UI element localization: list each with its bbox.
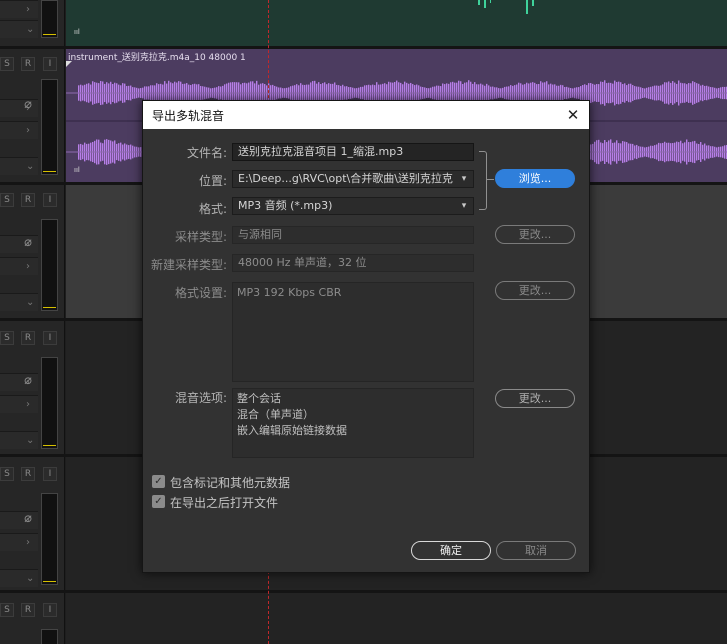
track-header-1: › ⌄ xyxy=(0,0,65,46)
change-mix-options-button[interactable]: 更改... xyxy=(495,389,575,408)
record-button[interactable]: R xyxy=(21,331,35,345)
track-row[interactable]: ⌄ xyxy=(0,431,38,449)
dialog-titlebar[interactable]: 导出多轨混音 ✕ xyxy=(143,101,589,129)
include-markers-label: 包含标记和其他元数据 xyxy=(170,476,291,490)
input-button[interactable]: I xyxy=(43,467,57,481)
phase-icon[interactable]: ⌀ xyxy=(21,236,35,251)
filename-input[interactable]: 送别克拉克混音项目 1_缩混.mp3 xyxy=(232,143,474,161)
track-row[interactable]: ⌄ xyxy=(0,157,38,175)
new-sample-type-label: 新建采样类型: xyxy=(150,258,227,272)
track-row[interactable]: › xyxy=(0,257,38,275)
track-header-6: S R I xyxy=(0,593,65,644)
chevron-down-icon: ▾ xyxy=(461,174,467,184)
level-meter xyxy=(41,79,58,175)
checkbox-checked-icon[interactable]: ✓ xyxy=(152,495,165,508)
export-multitrack-mixdown-dialog: 导出多轨混音 ✕ 文件名: 送别克拉克混音项目 1_缩混.mp3 位置: E:\… xyxy=(142,100,590,573)
level-meter xyxy=(41,0,58,38)
record-button[interactable]: R xyxy=(21,193,35,207)
svg-text:ııl: ııl xyxy=(74,28,80,36)
format-label: 格式: xyxy=(198,202,227,216)
cancel-button[interactable]: 取消 xyxy=(496,541,576,560)
level-meter xyxy=(41,219,58,311)
bracket-divider xyxy=(479,151,487,210)
track-header-2: S R I › › ⌄ ⌀ xyxy=(0,49,65,182)
record-button[interactable]: R xyxy=(21,603,35,617)
sample-type-label: 采样类型: xyxy=(174,230,227,244)
input-button[interactable]: I xyxy=(43,193,57,207)
track-header-4: S R I › › ⌄ ⌀ xyxy=(0,321,65,454)
location-value: E:\Deep...g\RVC\opt\合并歌曲\送别克拉克 xyxy=(238,172,453,185)
record-button[interactable]: R xyxy=(21,467,35,481)
waveform-teal: ııl xyxy=(74,0,534,36)
solo-button[interactable]: S xyxy=(0,193,14,207)
checkbox-checked-icon[interactable]: ✓ xyxy=(152,475,165,488)
format-settings-label: 格式设置: xyxy=(174,286,227,300)
input-button[interactable]: I xyxy=(43,57,57,71)
mix-option-line: 嵌入编辑原始链接数据 xyxy=(237,424,347,437)
track-row[interactable]: ⌄ xyxy=(0,569,38,587)
solo-button[interactable]: S xyxy=(0,603,14,617)
change-format-settings-button[interactable]: 更改... xyxy=(495,281,575,300)
multitrack-editor: › ⌄ ııl S R I › › ⌄ ⌀ instrument_送别克拉克.m… xyxy=(0,0,727,644)
track-lane-6[interactable] xyxy=(66,593,727,644)
format-settings-value: MP3 192 Kbps CBR xyxy=(237,286,342,299)
mix-option-line: 整个会话 xyxy=(237,392,281,405)
level-meter xyxy=(41,493,58,585)
solo-button[interactable]: S xyxy=(0,57,14,71)
location-label: 位置: xyxy=(198,174,227,188)
close-icon[interactable]: ✕ xyxy=(557,101,589,129)
format-value: MP3 音频 (*.mp3) xyxy=(238,199,333,212)
track-row[interactable]: ⌄ xyxy=(0,20,38,38)
record-button[interactable]: R xyxy=(21,57,35,71)
phase-icon[interactable]: ⌀ xyxy=(21,98,35,113)
track-row[interactable]: › xyxy=(0,395,38,413)
new-sample-type-value: 48000 Hz 单声道，32 位 xyxy=(232,254,474,272)
track-row[interactable]: › xyxy=(0,533,38,551)
track-header-3: S R I › › ⌄ ⌀ xyxy=(0,185,65,318)
input-button[interactable]: I xyxy=(43,331,57,345)
level-meter xyxy=(41,357,58,449)
solo-button[interactable]: S xyxy=(0,331,14,345)
mix-options-box: 整个会话 混合（单声道） 嵌入编辑原始链接数据 xyxy=(232,388,474,458)
filename-label: 文件名: xyxy=(186,146,227,160)
change-sample-type-button[interactable]: 更改... xyxy=(495,225,575,244)
level-meter xyxy=(41,629,58,644)
sample-type-value: 与源相同 xyxy=(232,226,474,244)
solo-button[interactable]: S xyxy=(0,467,14,481)
format-select[interactable]: MP3 音频 (*.mp3) ▾ xyxy=(232,197,474,215)
dialog-title: 导出多轨混音 xyxy=(152,109,225,123)
ok-button[interactable]: 确定 xyxy=(411,541,491,560)
chevron-down-icon: ▾ xyxy=(461,201,467,211)
track-header-5: S R I › › ⌄ ⌀ xyxy=(0,457,65,590)
location-select[interactable]: E:\Deep...g\RVC\opt\合并歌曲\送别克拉克 ▾ xyxy=(232,170,474,188)
track-row[interactable]: › xyxy=(0,121,38,139)
track-row[interactable]: › xyxy=(0,0,38,18)
phase-icon[interactable]: ⌀ xyxy=(21,512,35,527)
phase-icon[interactable]: ⌀ xyxy=(21,374,35,389)
input-button[interactable]: I xyxy=(43,603,57,617)
open-after-export-label: 在导出之后打开文件 xyxy=(170,496,279,510)
svg-text:ııl: ııl xyxy=(74,166,80,174)
browse-button[interactable]: 浏览... xyxy=(495,169,575,188)
mix-options-label: 混音选项: xyxy=(174,391,227,405)
track-row[interactable]: ⌄ xyxy=(0,293,38,311)
format-settings-box: MP3 192 Kbps CBR xyxy=(232,282,474,382)
mix-option-line: 混合（单声道） xyxy=(237,408,314,421)
